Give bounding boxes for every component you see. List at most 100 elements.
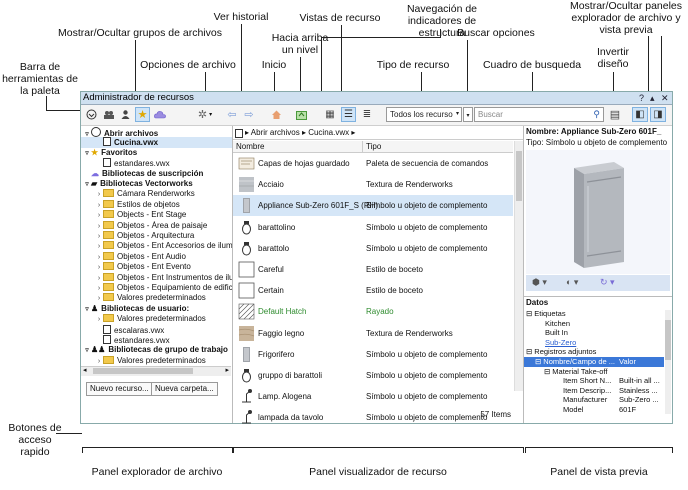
expand-toggle[interactable]: › <box>95 211 103 221</box>
resource-row[interactable]: Certain Estilo de boceto <box>233 280 513 301</box>
tree-item[interactable]: estandares.vwx <box>81 335 232 346</box>
tree-item[interactable]: ▿ ★ Favoritos <box>81 148 232 159</box>
expand-toggle[interactable]: › <box>95 315 103 325</box>
data-row[interactable]: Item Short N... Built-in all ... <box>524 376 664 386</box>
tree-item[interactable]: ▿ Abrir archivos <box>81 127 232 138</box>
tree-item[interactable]: ☁ Bibliotecas de suscripción <box>81 169 232 180</box>
breadcrumb-item[interactable]: Abrir archivos <box>251 128 300 137</box>
view-details-button[interactable]: ≣ <box>360 107 374 122</box>
tree-item[interactable]: › Objects - Ent Stage <box>81 210 232 221</box>
tree-item[interactable]: › Valores predeterminados <box>81 355 232 367</box>
data-row[interactable]: ⊟ Registros adjuntos <box>524 347 664 357</box>
toggle-preview-pane-button[interactable]: ◨ <box>650 107 666 122</box>
expand-toggle[interactable]: ▿ <box>83 346 91 356</box>
tree-item[interactable]: Cucina.vwx <box>81 137 232 148</box>
rotate-button[interactable]: ↻ ▾ <box>600 277 615 288</box>
column-name[interactable]: Nombre <box>236 141 264 152</box>
vertical-scrollbar[interactable] <box>514 141 523 391</box>
tree-item[interactable]: › Objetos - Equipamiento de edifici <box>81 283 232 294</box>
new-resource-button[interactable]: Nuevo recurso... <box>86 382 153 396</box>
history-back-button[interactable]: ⇦ <box>225 107 239 122</box>
expand-toggle[interactable]: › <box>95 253 103 263</box>
resource-row[interactable]: barattolino Símbolo u objeto de complemen… <box>233 217 513 238</box>
collapse-toggle[interactable]: ⊟ <box>526 309 532 318</box>
resource-type-select[interactable]: Todos los recurso ▾ <box>386 107 462 122</box>
tree-item[interactable]: › Valores predeterminados <box>81 314 232 325</box>
search-options-button[interactable]: ▾ <box>463 107 473 122</box>
data-row[interactable]: Item Descrip... Stainless ... <box>524 386 664 396</box>
close-button[interactable]: ✕ <box>661 92 669 104</box>
resource-row[interactable]: gruppo di barattoli Símbolo u objeto de c… <box>233 365 513 386</box>
open-files-group-button[interactable] <box>84 107 99 122</box>
view-thumbnails-button[interactable]: ▦ <box>323 107 337 122</box>
subscription-group-button[interactable] <box>152 107 167 122</box>
scroll-thumb[interactable] <box>93 368 193 374</box>
tree-item[interactable]: estandares.vwx <box>81 158 232 169</box>
horizontal-scrollbar[interactable]: ◂ ▸ <box>81 366 231 376</box>
expand-toggle[interactable]: › <box>95 201 103 211</box>
expand-toggle[interactable]: ▿ <box>83 180 91 190</box>
expand-toggle[interactable]: › <box>95 242 103 252</box>
expand-toggle[interactable]: › <box>95 222 103 232</box>
expand-toggle[interactable]: ▿ <box>83 149 91 159</box>
resource-row[interactable]: Appliance Sub-Zero 601F_S (RH) Símbolo u … <box>233 195 513 217</box>
tree-item[interactable]: › Cámara Renderworks <box>81 189 232 200</box>
help-button[interactable]: ? <box>639 92 644 104</box>
data-row[interactable]: ⊟ Nombre/Campo de ... Valor <box>524 357 664 367</box>
favorites-group-button[interactable]: ★ <box>135 107 150 122</box>
resource-row[interactable]: barattolo Símbolo u objeto de complemento <box>233 238 513 259</box>
home-button[interactable] <box>269 107 283 122</box>
tree-item[interactable]: ▿ ♟ Bibliotecas de usuario: <box>81 304 232 315</box>
breadcrumb-item[interactable]: Cucina.vwx <box>308 128 349 137</box>
up-one-level-button[interactable] <box>294 107 308 122</box>
new-folder-button[interactable]: Nueva carpeta... <box>151 382 218 396</box>
file-options-button[interactable]: ✲ ▾ <box>192 107 218 122</box>
search-input[interactable]: Buscar ⚲ <box>474 107 604 122</box>
data-row[interactable]: Built In <box>524 328 664 338</box>
tree-item[interactable]: › Objetos - Área de paisaje <box>81 220 232 232</box>
tree-item[interactable]: › Estilos de objetos <box>81 199 232 211</box>
data-row[interactable]: Sub-Zero <box>524 338 664 348</box>
resource-row[interactable]: Capas de hojas guardado Paleta de secuenc… <box>233 153 513 174</box>
expand-toggle[interactable]: › <box>95 232 103 242</box>
resource-row[interactable]: Acciaio Textura de Renderworks <box>233 174 513 195</box>
expand-toggle[interactable]: › <box>95 190 103 200</box>
library-group-button[interactable] <box>101 107 116 122</box>
history-forward-button[interactable]: ⇨ <box>242 107 256 122</box>
tree-item[interactable]: ▿ ▰ Bibliotecas Vectorworks <box>81 179 232 190</box>
render-mode-button[interactable]: ⬢ ▾ <box>532 277 547 288</box>
column-type[interactable]: Tipo <box>366 141 381 152</box>
data-row[interactable]: Manufacturer Sub-Zero ... <box>524 395 664 405</box>
tree-item[interactable]: escalaras.vwx <box>81 324 232 336</box>
tree-item[interactable]: › Objetos - Ent Audio <box>81 251 232 263</box>
resource-row[interactable]: lampada da tavolo Símbolo u objeto de com… <box>233 407 513 428</box>
expand-toggle[interactable]: ▿ <box>83 305 91 315</box>
tree-item[interactable]: › Objetos - Ent Instrumentos de ilur <box>81 272 232 284</box>
scroll-thumb[interactable] <box>665 320 671 360</box>
scroll-thumb[interactable] <box>516 151 522 201</box>
resource-row[interactable]: Frigorifero Símbolo u objeto de complemen… <box>233 344 513 365</box>
data-row[interactable]: ⊟ Etiquetas <box>524 309 664 319</box>
user-group-button[interactable] <box>118 107 133 122</box>
expand-toggle[interactable]: › <box>95 274 103 284</box>
view-list-button[interactable]: ☰ <box>341 107 356 122</box>
collapse-toggle[interactable]: ⊟ <box>535 357 541 366</box>
expand-toggle[interactable]: › <box>95 294 103 304</box>
resource-row[interactable]: Default Hatch Rayado <box>233 301 513 322</box>
tree-item[interactable]: › Valores predeterminados <box>81 293 232 304</box>
expand-toggle[interactable]: › <box>95 284 103 294</box>
tree-item[interactable]: › Objetos - Ent Accesorios de ilumi <box>81 241 232 252</box>
collapse-toggle[interactable]: ⊟ <box>544 367 550 376</box>
data-row[interactable]: ⊟ Material Take-off <box>524 367 664 377</box>
resource-row[interactable]: Careful Estilo de boceto <box>233 259 513 280</box>
data-scrollbar[interactable] <box>665 310 671 414</box>
invert-layout-button[interactable]: ▤ <box>607 107 623 122</box>
toggle-explorer-pane-button[interactable]: ◧ <box>632 107 648 122</box>
collapse-toggle[interactable]: ⊟ <box>526 347 532 356</box>
expand-toggle[interactable]: › <box>95 263 103 273</box>
resource-row[interactable]: Faggio legno Textura de Renderworks <box>233 323 513 344</box>
data-row[interactable]: Kitchen <box>524 319 664 329</box>
view-mode-button[interactable]: ◐ ▾ <box>566 277 578 288</box>
resource-row[interactable]: Lamp. Alogena Símbolo u objeto de complem… <box>233 386 513 407</box>
pin-button[interactable]: ▴ <box>650 92 655 104</box>
